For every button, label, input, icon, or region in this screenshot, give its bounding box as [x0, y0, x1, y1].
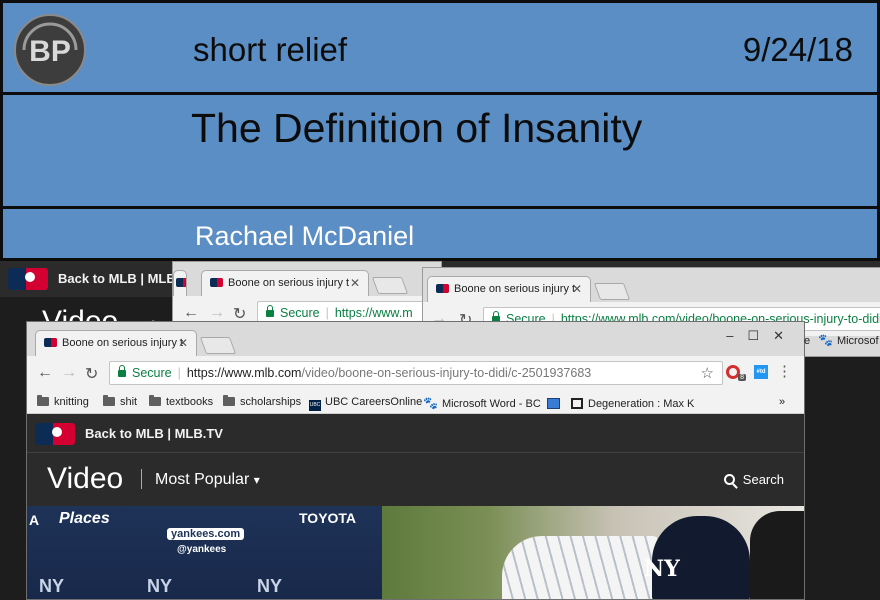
player-scene: NY [382, 506, 804, 599]
glove-shape [750, 511, 804, 599]
minimize-icon[interactable]: – [726, 328, 747, 343]
caret-down-icon: ▾ [253, 473, 260, 487]
paw-icon: 🐾 [818, 333, 833, 347]
mlb-site-topbar: Back to MLB | MLB.TV [27, 415, 804, 453]
bp-logo-text: BP [29, 35, 71, 68]
extension-blue-icon[interactable]: #td [754, 365, 768, 379]
close-icon[interactable]: ✕ [350, 276, 360, 290]
mlb-video-nav: Video Most Popular ▾ Search [27, 453, 804, 506]
back-arrow-icon[interactable]: ← [37, 364, 53, 382]
sponsor-text: yankees.com [167, 528, 245, 540]
window-controls: –☐✕ [726, 328, 798, 344]
ubc-icon: UBC [309, 400, 321, 411]
bookmark-shit[interactable]: shit [103, 395, 137, 408]
tab-title: Boone on serious injury t [62, 337, 184, 349]
browser-menu-icon[interactable]: ⋮ [777, 362, 792, 380]
mlb-favicon-icon [44, 338, 57, 347]
sponsor-text: A [29, 512, 40, 528]
bookmark-scholarships[interactable]: scholarships [223, 395, 301, 408]
article-author: Rachael McDaniel [195, 221, 415, 251]
article-headline: The Definition of Insanity [191, 105, 643, 151]
bookmark-ubc-careers[interactable]: UBC UBC CareersOnline [309, 396, 422, 411]
lock-icon [266, 305, 274, 317]
back-to-mlb-link[interactable]: Back to MLB | MLB.TV [85, 426, 223, 441]
tab-title: Boone on serious injury t [454, 283, 576, 295]
folder-icon [103, 395, 115, 406]
museum-icon [571, 398, 583, 409]
mlb-logo-icon [8, 268, 48, 290]
maximize-icon[interactable]: ☐ [747, 328, 773, 343]
banner-top-row: BP short relief 9/24/18 [0, 0, 880, 95]
lock-icon [118, 365, 126, 377]
yankees-logo-icon: NY [644, 556, 680, 582]
screenshot-collage: Back to MLB | MLB.T Video • Boone on ser… [0, 261, 880, 600]
background-back-link[interactable]: Back to MLB | MLB.T [58, 271, 187, 286]
sponsor-text: NY [39, 576, 65, 596]
close-icon[interactable]: ✕ [178, 336, 188, 350]
article-date: 9/24/18 [742, 31, 853, 68]
nav-divider [141, 469, 142, 489]
search-button[interactable]: Search [723, 472, 784, 487]
mlb-logo-icon[interactable] [35, 423, 75, 445]
secure-label: Secure [280, 306, 320, 320]
bp-logo: BP [14, 14, 86, 86]
close-icon[interactable]: ✕ [572, 282, 582, 296]
browser-window-front: Boone on serious injury t ✕ –☐✕ ← → ↻ Se… [26, 321, 805, 600]
banner-headline-row: The Definition of Insanity [0, 92, 880, 209]
picture-icon [547, 398, 560, 409]
forward-arrow-icon[interactable]: → [209, 304, 225, 322]
bookmark-microsoft-word[interactable]: 🐾 Microsoft Word - BC [423, 396, 541, 410]
tab-strip: Boone on serious injury t ✕ –☐✕ [27, 322, 804, 356]
press-backdrop: A Places TOYOTA yankees.com @yankees NY … [27, 506, 382, 599]
url-text: https://www.m [334, 306, 413, 320]
tab-strip: Boone on serious injury t ✕ [423, 268, 880, 302]
bookmark-degeneration[interactable]: Degeneration : Max K [571, 396, 694, 410]
pinstripe-uniform [502, 536, 662, 599]
bookmarks-bar: knitting shit textbooks scholarships UBC… [27, 390, 804, 414]
bookmark-knitting[interactable]: knitting [37, 395, 89, 408]
video-player-frame[interactable]: A Places TOYOTA yankees.com @yankees NY … [27, 506, 804, 599]
forward-arrow-icon[interactable]: → [61, 364, 77, 382]
new-tab-button[interactable] [199, 337, 237, 354]
search-icon [723, 474, 735, 485]
sponsor-text: TOYOTA [299, 510, 357, 526]
window-close-icon[interactable]: ✕ [773, 328, 798, 343]
folder-icon [37, 395, 49, 406]
bookmark-picture[interactable] [547, 396, 564, 410]
url-path: /video/boone-on-serious-injury-to-didi/c… [301, 366, 592, 380]
sponsor-text: Places [59, 510, 110, 527]
article-category: short relief [193, 31, 348, 68]
folder-icon [149, 395, 161, 406]
most-popular-dropdown[interactable]: Most Popular ▾ [155, 471, 260, 489]
address-bar[interactable]: Secure | https://www.mlb.com/video/boone-o… [109, 361, 723, 385]
mlb-favicon-icon [176, 278, 186, 287]
tab-title: Boone on serious injury t [228, 277, 350, 289]
tab-boone[interactable]: Boone on serious injury t ✕ [427, 276, 591, 302]
secure-label: Secure [132, 366, 172, 380]
hidden-partial-text: e [804, 335, 811, 347]
tab-boone[interactable]: Boone on serious injury t ✕ [35, 330, 197, 356]
new-tab-button[interactable] [593, 283, 631, 300]
back-arrow-icon[interactable]: ← [183, 304, 199, 322]
tab-partial[interactable] [173, 270, 187, 296]
bookmark-textbooks[interactable]: textbooks [149, 395, 213, 408]
tab-boone[interactable]: Boone on serious injury t ✕ [201, 270, 369, 296]
extension-badge: 8 [738, 374, 746, 381]
tab-strip: Boone on serious injury t ✕ [173, 262, 441, 296]
bookmarks-overflow-icon[interactable]: » [779, 396, 785, 408]
mlb-favicon-icon [210, 278, 223, 287]
paw-icon: 🐾 [423, 396, 438, 410]
browser-toolbar: ← → ↻ Secure | https://www.mlb.com/video/b… [27, 356, 804, 390]
folder-icon [223, 395, 235, 406]
url-host: https://www.mlb.com [186, 366, 302, 380]
page-title: Video [47, 462, 124, 495]
bookmark-partial[interactable]: 🐾 Microsof [818, 333, 879, 347]
sponsor-text: @yankees [177, 544, 227, 555]
bookmark-star-icon[interactable]: ☆ [701, 364, 714, 382]
reload-icon[interactable]: ↻ [85, 364, 98, 384]
mlb-favicon-icon [436, 284, 449, 293]
new-tab-button[interactable] [371, 277, 409, 294]
banner-author-row: Rachael McDaniel [0, 206, 880, 261]
